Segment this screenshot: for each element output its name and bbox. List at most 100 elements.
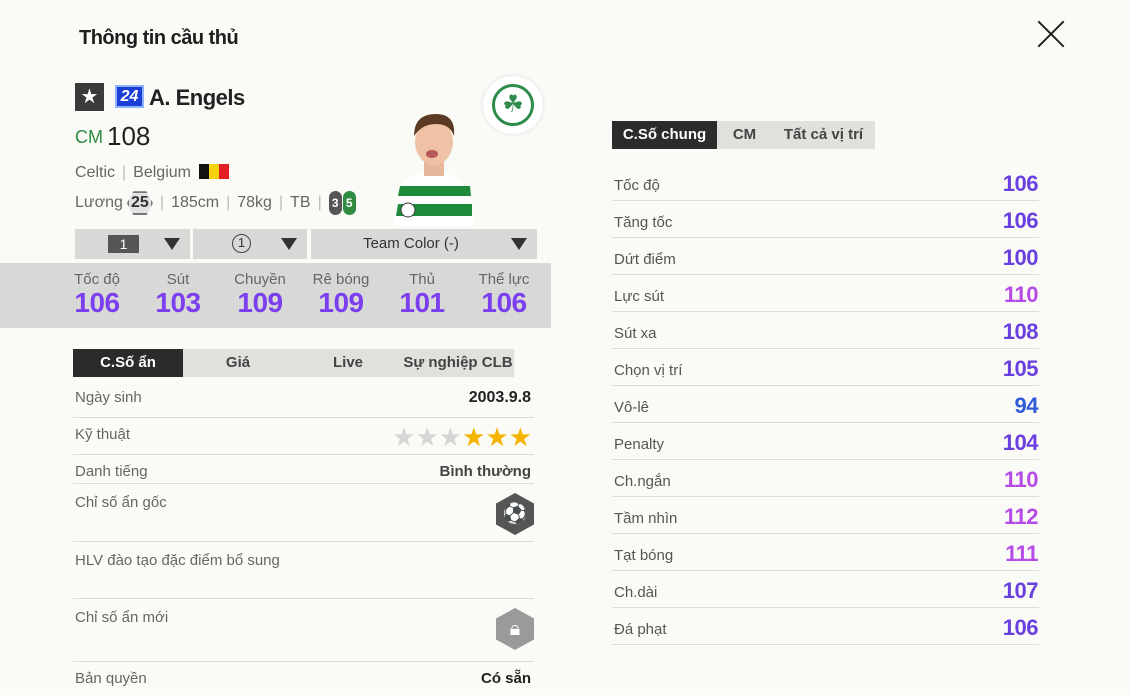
stat-row: Tầm nhìn 112: [612, 497, 1039, 534]
stat-row: Ch.ngắn 110: [612, 460, 1039, 497]
fame-row: Danh tiếng Bình thường: [73, 455, 534, 484]
level-value: 1: [108, 235, 139, 253]
stat-label: Ch.dài: [614, 584, 658, 601]
favorite-star-icon[interactable]: ★: [75, 83, 104, 111]
stat-label: Vô-lê: [614, 399, 650, 416]
skill-star-icon: ★: [438, 422, 463, 452]
season-badge: 24: [115, 85, 144, 108]
stat-value: 106: [1002, 171, 1039, 196]
new-trait-label: Chỉ số ẩn mới: [75, 609, 169, 626]
position-label: CM: [75, 127, 103, 147]
summary-stat-value: 109: [237, 287, 283, 318]
stat-value: 111: [1005, 541, 1038, 566]
stat-value: 110: [1004, 467, 1039, 492]
stat-tabs: C.Số chung CM Tất cả vị trí: [612, 121, 875, 149]
stat-label: Penalty: [614, 436, 665, 453]
level-dropdown[interactable]: 1: [75, 229, 190, 259]
stat-value: 105: [1002, 356, 1039, 381]
team-color-dropdown[interactable]: Team Color (-): [311, 229, 537, 259]
stat-value: 108: [1002, 319, 1039, 344]
summary-stat-label: Rê bóng: [312, 271, 370, 288]
trait-icon[interactable]: ⚽: [496, 493, 534, 535]
stat-row: Chọn vị trí 105: [612, 349, 1039, 386]
lock-icon[interactable]: 🔒︎: [496, 608, 534, 650]
stat-value: 106: [1002, 615, 1039, 640]
summary-stat-value: 109: [318, 287, 364, 318]
stat-row: Đá phạt 106: [612, 608, 1039, 645]
chevron-down-icon: [164, 238, 180, 250]
chevron-down-icon: [281, 238, 297, 250]
salary-label: Lương: [75, 194, 123, 212]
summary-stat: Thủ 101: [387, 271, 457, 319]
fame-label: Danh tiếng: [75, 463, 148, 480]
stat-value: 106: [1002, 208, 1039, 233]
club-nation-row: Celtic | Belgium: [75, 164, 229, 182]
belgium-flag-icon: [198, 164, 229, 179]
stat-label: Tạt bóng: [614, 547, 674, 564]
coach-trait-row: HLV đào tạo đặc điểm bổ sung: [73, 542, 534, 599]
birth-row: Ngày sinh 2003.9.8: [73, 380, 534, 418]
original-trait-row: Chỉ số ẩn gốc ⚽: [73, 484, 534, 542]
summary-stat-label: Thể lực: [478, 271, 530, 288]
stat-row: Lực sút 110: [612, 275, 1039, 312]
body-type: TB: [290, 194, 311, 212]
summary-stat-value: 106: [481, 287, 527, 318]
stat-row: Tốc độ 106: [612, 164, 1039, 201]
summary-stat-value: 101: [399, 287, 445, 318]
skill-label: Kỹ thuật: [75, 426, 131, 443]
summary-stat: Tốc độ 106: [62, 271, 132, 319]
skill-star-icon: ★: [485, 422, 509, 452]
physical-row: Lương 25 | 185cm | 78kg | TB | 3 5: [75, 191, 356, 216]
grade-value: 1: [232, 234, 251, 253]
nation-name: Belgium: [133, 164, 191, 181]
tab-general-stats[interactable]: C.Số chung: [612, 121, 717, 149]
weak-foot-icon: 3: [328, 191, 342, 215]
stat-label: Lực sút: [614, 288, 665, 305]
weight: 78kg: [237, 194, 272, 212]
original-trait-label: Chỉ số ẩn gốc: [75, 494, 167, 511]
tab-position-cm[interactable]: CM: [717, 121, 772, 149]
stat-row: Tăng tốc 106: [612, 201, 1039, 238]
summary-stat-label: Sút: [166, 271, 190, 288]
summary-stat-label: Tốc độ: [74, 271, 120, 288]
summary-stat-value: 103: [155, 287, 201, 318]
club-name: Celtic: [75, 164, 116, 181]
detail-tabs: C.Số ẩn Giá Live Sự nghiệp CLB: [73, 349, 514, 377]
stat-value: 110: [1004, 282, 1039, 307]
license-value: Có sẵn: [480, 670, 531, 687]
skill-stars: ★★★★★★: [392, 422, 532, 453]
stat-label: Dứt điểm: [614, 251, 676, 268]
club-crest-icon: ☘: [483, 76, 543, 134]
stat-row: Ch.dài 107: [612, 571, 1039, 608]
stat-row: Dứt điểm 100: [612, 238, 1039, 275]
stat-row: Tạt bóng 111: [612, 534, 1039, 571]
stat-value: 112: [1004, 504, 1039, 529]
height: 185cm: [171, 194, 220, 212]
close-icon[interactable]: [1034, 17, 1068, 51]
stat-row: Penalty 104: [612, 423, 1039, 460]
tab-live[interactable]: Live: [293, 349, 403, 377]
grade-dropdown[interactable]: 1: [193, 229, 307, 259]
stat-label: Tầm nhìn: [614, 510, 678, 527]
stat-value: 104: [1002, 430, 1039, 455]
license-row: Bản quyền Có sẵn: [73, 662, 534, 695]
tab-hidden-stats[interactable]: C.Số ẩn: [73, 349, 183, 377]
license-label: Bản quyền: [75, 670, 147, 687]
new-trait-row: Chỉ số ẩn mới 🔒︎: [73, 599, 534, 662]
modal-title: Thông tin cầu thủ: [79, 27, 239, 49]
stat-row: Sút xa 108: [612, 312, 1039, 349]
summary-stat-label: Thủ: [409, 271, 435, 288]
team-color-value: Team Color (-): [363, 235, 459, 252]
stat-value: 107: [1002, 578, 1039, 603]
birth-value: 2003.9.8: [468, 389, 531, 406]
summary-stat-value: 106: [74, 287, 120, 318]
tab-club-career[interactable]: Sự nghiệp CLB: [403, 349, 513, 377]
skill-star-icon: ★: [392, 422, 416, 452]
tab-price[interactable]: Giá: [183, 349, 293, 377]
summary-stat-label: Chuyền: [234, 271, 286, 288]
summary-stats-band: Tốc độ 106 Sút 103 Chuyền 109 Rê bóng 109 Th…: [0, 263, 551, 328]
coach-trait-label: HLV đào tạo đặc điểm bổ sung: [75, 552, 280, 569]
birth-label: Ngày sinh: [75, 389, 142, 406]
chevron-down-icon: [511, 238, 527, 250]
tab-all-positions[interactable]: Tất cả vị trí: [772, 121, 875, 149]
